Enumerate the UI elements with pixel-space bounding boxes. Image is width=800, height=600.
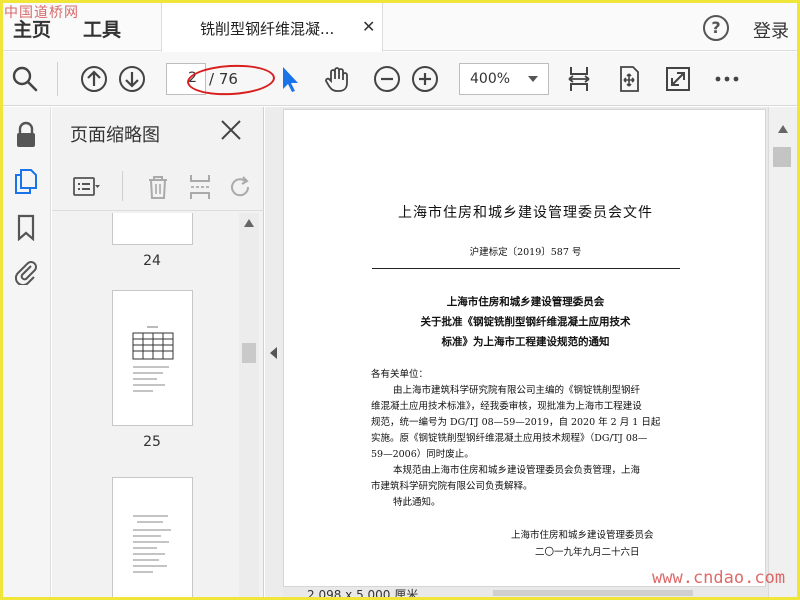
body-line: 本规范由上海市住房和城乡建设管理委员会负责管理，上海: [393, 465, 641, 476]
fit-width-icon[interactable]: [565, 65, 593, 93]
chevron-left-icon: [270, 347, 277, 359]
thumbnail-list: 24 25: [52, 213, 247, 597]
thumbnail-page-25[interactable]: [112, 290, 193, 426]
document-tab-title: 铣削型钢纤维混凝...: [200, 20, 335, 38]
document-header: 上海市住房和城乡建设管理委员会文件: [398, 205, 653, 221]
page-size: 2.098 x 5.000 厘米: [307, 588, 419, 597]
scroll-up-icon[interactable]: [778, 125, 788, 133]
status-bar: 2.098 x 5.000 厘米: [283, 588, 768, 597]
salutation: 各有关单位：: [371, 369, 429, 380]
select-cursor-icon[interactable]: [278, 65, 306, 93]
help-icon[interactable]: ?: [703, 15, 729, 41]
left-rail: [3, 107, 51, 597]
page-thumbnails-icon[interactable]: [12, 167, 40, 195]
thumbnail-options-icon[interactable]: [72, 173, 100, 201]
thumbnail-scroll-thumb[interactable]: [242, 343, 256, 363]
body-line: 规范，统一编号为 DG/TJ 08—59—2019，自 2020 年 2 月 1…: [371, 417, 661, 428]
attachment-icon[interactable]: [12, 257, 40, 285]
hand-tool-icon[interactable]: [323, 65, 351, 93]
chevron-down-icon: [528, 76, 538, 82]
document-tab[interactable]: 铣削型钢纤维混凝... ✕: [161, 3, 383, 52]
body-line: 实施。原《钢锭铣削型钢纤维混凝土应用技术规程》（DG/TJ 08—: [371, 433, 648, 444]
document-scroll-thumb[interactable]: [773, 147, 791, 167]
zoom-value: 400%: [470, 71, 511, 87]
more-options-icon[interactable]: [713, 65, 741, 93]
insert-pages-icon[interactable]: [186, 173, 214, 201]
thumbnail-page-26[interactable]: [112, 477, 193, 597]
panel-title: 页面缩略图: [70, 125, 160, 146]
header-rule: [372, 268, 680, 269]
document-number: 沪建标定〔2019〕587 号: [469, 247, 582, 258]
close-tab-icon[interactable]: ✕: [362, 17, 375, 36]
document-date: 二〇一九年九月二十六日: [535, 547, 640, 558]
document-title-line: 上海市住房和城乡建设管理委员会: [446, 296, 605, 308]
body-line: 由上海市建筑科学研究院有限公司主编的《钢锭铣削型钢纤: [393, 385, 641, 396]
body-line: 59—2006）同时废止。: [371, 449, 474, 460]
panel-collapse-handle[interactable]: [265, 107, 283, 597]
document-scrollbar[interactable]: [768, 107, 797, 597]
horizontal-scroll-thumb[interactable]: [493, 590, 693, 596]
body-line: 特此通知。: [393, 497, 441, 508]
login-button[interactable]: 登录: [753, 17, 789, 43]
document-page[interactable]: 上海市住房和城乡建设管理委员会文件 沪建标定〔2019〕587 号 上海市住房和…: [283, 109, 766, 587]
panel-toolbar-divider: [122, 171, 123, 201]
body-line: 市建筑科学研究院有限公司负责解释。: [371, 481, 533, 492]
zoom-out-icon[interactable]: [373, 65, 401, 93]
document-view: 上海市住房和城乡建设管理委员会文件 沪建标定〔2019〕587 号 上海市住房和…: [283, 107, 768, 597]
menu-bar: 主页 工具 铣削型钢纤维混凝... ✕ ? 登录: [3, 3, 797, 52]
watermark-top-left: 中国道桥网: [4, 5, 79, 21]
body-line: 维混凝土应用技术标准》，经我委审核，现批准为上海市工程建设: [371, 401, 642, 412]
panel-toolbar: [52, 163, 264, 211]
search-icon[interactable]: [11, 65, 39, 93]
bookmark-icon[interactable]: [12, 213, 40, 241]
toolbar: 2 / 76 400%: [3, 52, 797, 106]
zoom-in-icon[interactable]: [411, 65, 439, 93]
signature: 上海市住房和城乡建设管理委员会: [511, 530, 654, 541]
watermark-bottom-right: www.cndao.com: [652, 568, 786, 588]
full-screen-icon[interactable]: [664, 65, 692, 93]
thumbnail-page-24[interactable]: [112, 213, 193, 245]
previous-page-icon[interactable]: [80, 65, 108, 93]
document-title-line: 关于批准《钢锭铣削型钢纤维混凝土应用技术: [420, 316, 631, 328]
fit-page-icon[interactable]: [615, 65, 643, 93]
toolbar-divider: [57, 62, 58, 96]
thumbnails-panel: 页面缩略图 24 25: [52, 107, 264, 597]
thumbnail-scrollbar[interactable]: [239, 213, 259, 597]
menu-tools[interactable]: 工具: [83, 15, 121, 42]
trash-icon[interactable]: [144, 173, 172, 201]
thumbnail-preview: [132, 326, 174, 392]
thumbnail-number: 24: [143, 253, 161, 269]
thumbnail-preview: [133, 515, 171, 573]
scroll-up-icon[interactable]: [244, 219, 254, 227]
thumbnail-number: 25: [143, 434, 161, 450]
lock-icon[interactable]: [12, 121, 40, 149]
zoom-select[interactable]: 400%: [459, 63, 549, 95]
rotate-icon[interactable]: [226, 173, 254, 201]
close-panel-icon[interactable]: [220, 119, 242, 141]
next-page-icon[interactable]: [118, 65, 146, 93]
document-title-line: 标准》为上海市工程建设规范的通知: [441, 336, 610, 348]
